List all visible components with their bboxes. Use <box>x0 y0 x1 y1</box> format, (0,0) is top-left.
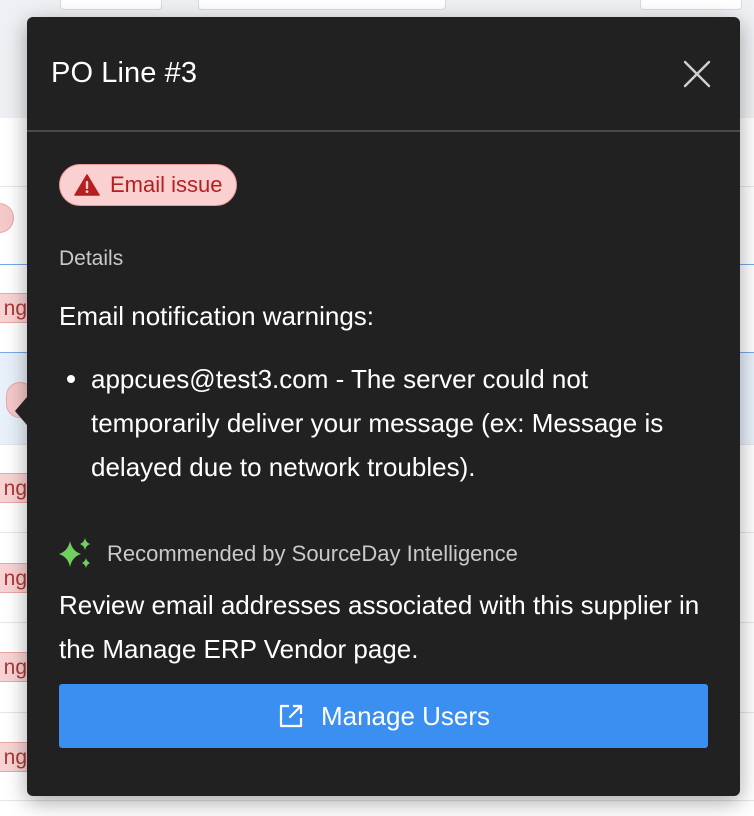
status-badge: ng <box>0 473 30 503</box>
status-badge: ng <box>0 563 30 593</box>
background-field <box>198 0 446 10</box>
close-icon <box>683 60 711 88</box>
warnings-heading: Email notification warnings: <box>59 301 375 331</box>
header-divider <box>27 130 740 132</box>
status-badge: ng <box>0 742 30 772</box>
status-badge: Email issue <box>59 164 238 206</box>
recommendation-header: Recommended by SourceDay Intelligence <box>57 537 518 571</box>
recommendation-label: Recommended by SourceDay Intelligence <box>107 541 518 566</box>
manage-users-label: Manage Users <box>320 700 491 731</box>
status-dot <box>0 203 14 233</box>
close-button[interactable] <box>680 57 714 91</box>
details-label: Details <box>59 247 124 270</box>
sparkles-icon <box>59 538 90 568</box>
row-divider <box>0 800 754 801</box>
po-line-popover: PO Line #3 Email issue Details Email not… <box>15 17 740 796</box>
status-badge: ng <box>0 293 30 323</box>
warning-item: appcues@test3.com - The server could not… <box>59 357 709 489</box>
popover-arrow <box>15 397 27 425</box>
popover-title: PO Line #3 <box>51 57 198 89</box>
status-label: Email issue <box>110 172 223 197</box>
background-field <box>60 0 162 10</box>
background-field <box>640 0 742 10</box>
warning-icon <box>74 174 100 196</box>
manage-users-button[interactable]: Manage Users <box>59 684 708 748</box>
recommendation-text: Review email addresses associated with t… <box>59 590 700 664</box>
external-link-icon <box>279 704 303 728</box>
warnings-list: appcues@test3.com - The server could not… <box>59 357 709 489</box>
status-badge: ng <box>0 652 30 682</box>
